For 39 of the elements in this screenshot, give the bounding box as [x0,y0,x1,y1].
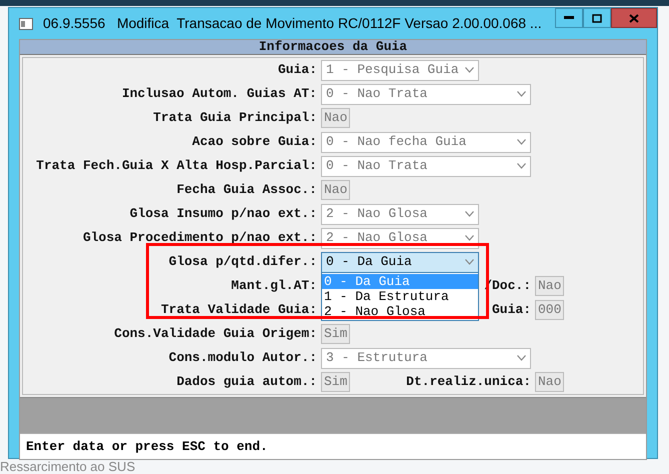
maximize-button[interactable] [583,8,611,28]
field-label: Cons.modulo Autor.: [168,349,317,368]
dropdown-option[interactable]: 2 - Nao Glosa [322,304,478,319]
minimize-icon [564,16,574,20]
chevron-icon [465,211,474,217]
field-label: Guia: [492,301,531,320]
app-icon [19,18,33,30]
dropdown-field[interactable]: 0 - Da Guia [321,252,479,272]
field-label: Trata Guia Principal: [152,109,317,128]
chevron-icon [465,259,474,265]
close-button[interactable] [611,8,657,28]
field-label: Dt.realiz.unica: [406,373,531,392]
chevron-icon [517,163,526,169]
minimize-button[interactable] [555,8,583,28]
panel-title: Informacoes da Guia [20,40,646,55]
field-label: Glosa Procedimento p/nao ext.: [82,229,317,248]
chevron-icon [465,67,474,73]
field-label: Acao sobre Guia: [191,133,317,152]
background-text: Ressarcimento ao SUS [0,459,136,474]
field-label: Mant.gl.AT: [230,277,317,296]
maximize-icon [592,14,602,22]
field-label: Trata Fech.Guia X Alta Hosp.Parcial: [35,157,317,176]
dropdown-option[interactable]: 0 - Da Guia [322,274,478,289]
close-icon [629,14,639,22]
status-bar: Enter data or press ESC to end. [20,433,646,459]
field-label: Glosa p/qtd.difer.: [168,253,317,272]
field-label: Trata Validade Guia: [160,301,317,320]
field-label: Dados guia autom.: [176,373,317,392]
field-label: Fecha Guia Assoc.: [176,181,317,200]
field-label: Glosa Insumo p/nao ext.: [128,205,317,224]
field-label: Guia: [276,61,317,80]
field-label: Cons.Validade Guia Origem: [113,325,317,344]
dropdown-option[interactable]: 1 - Da Estrutura [322,289,478,304]
chevron-icon [517,139,526,145]
chevron-icon [517,91,526,97]
chevron-icon [465,235,474,241]
window-title: 06.9.5556 Modifica Transacao de Movimento RC/0112F Versao 2.00.00.068 ... [43,14,542,33]
field-label: Inclusao Autom. Guias AT: [120,85,317,104]
chevron-icon [517,355,526,361]
